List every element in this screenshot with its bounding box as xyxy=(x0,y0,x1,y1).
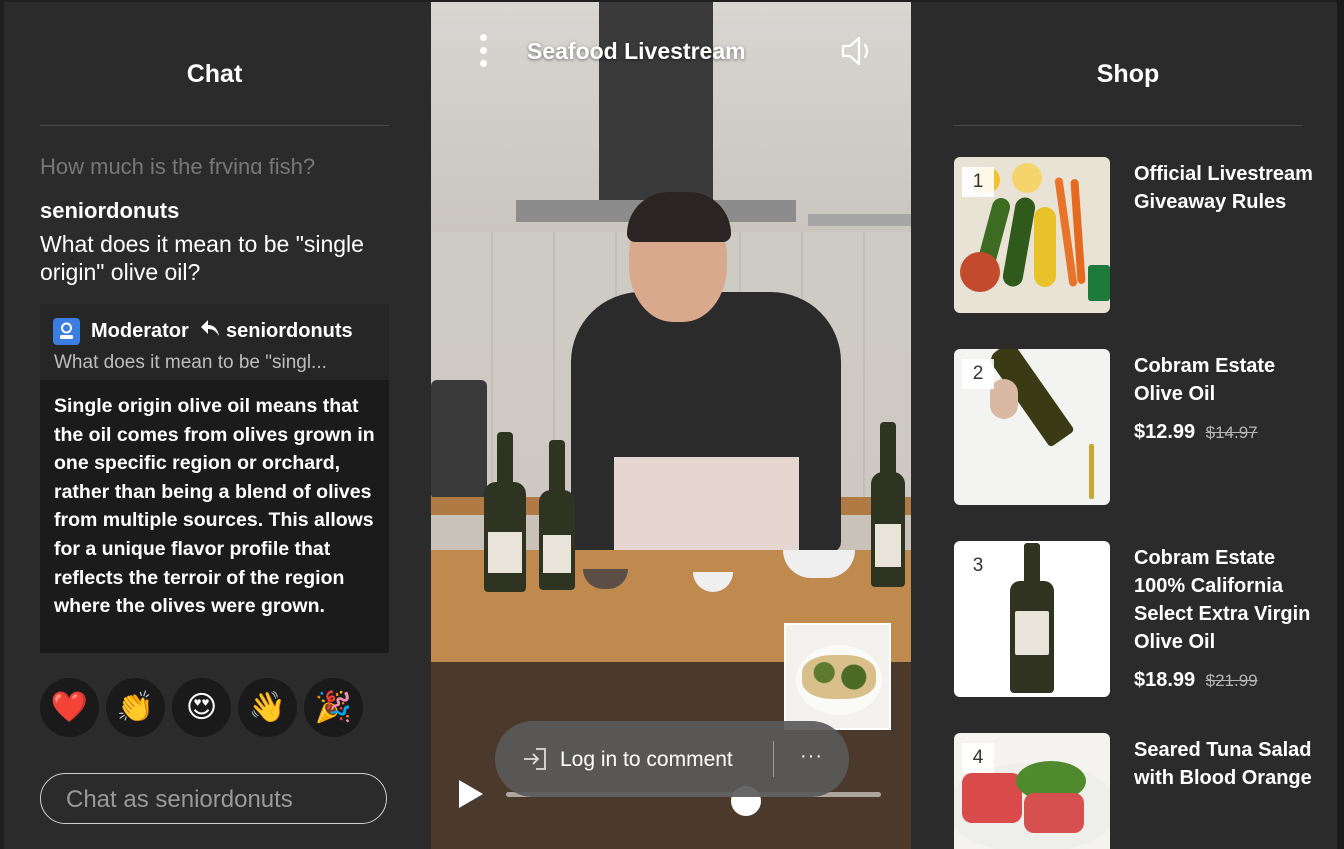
image-veg xyxy=(1034,207,1056,287)
more-vertical-icon[interactable] xyxy=(480,34,488,73)
featured-product-thumbnail[interactable] xyxy=(784,623,891,730)
moderator-answer: Single origin olive oil means that the o… xyxy=(54,395,375,618)
product-image[interactable]: 1 xyxy=(954,157,1110,313)
stream-title: Seafood Livestream xyxy=(527,38,746,64)
product-price-row: $18.99 $21.99 xyxy=(1134,669,1258,692)
video-scene-bottle xyxy=(484,432,526,592)
product-name[interactable]: Cobram Estate Olive Oil xyxy=(1134,352,1314,408)
image-veg xyxy=(1012,163,1042,193)
product-card[interactable]: 4 Seared Tuna Salad with Blood Orange xyxy=(954,733,1314,849)
play-icon[interactable] xyxy=(456,777,486,816)
product-number: 1 xyxy=(962,167,994,197)
login-icon xyxy=(522,747,548,776)
product-image[interactable]: 2 xyxy=(954,349,1110,505)
login-separator xyxy=(773,741,774,777)
product-old-price: $14.97 xyxy=(1205,423,1258,442)
heart-reaction-button[interactable]: ❤️ xyxy=(40,678,99,737)
image-oil-stream xyxy=(1089,444,1094,499)
message-text: What does it mean to be "single origin" … xyxy=(40,231,364,285)
product-image[interactable]: 4 xyxy=(954,733,1110,849)
video-scene-air-fryer xyxy=(431,380,487,500)
chat-panel: Chat How much is the frying fish? senior… xyxy=(4,2,431,849)
faded-message: How much is the frying fish? xyxy=(40,154,316,174)
product-name[interactable]: Cobram Estate 100% California Select Ext… xyxy=(1134,544,1314,656)
product-card[interactable]: 1 Official Livestream Giveaway Rules xyxy=(954,157,1314,313)
party-reaction-button[interactable]: 🎉 xyxy=(304,678,363,737)
product-old-price: $21.99 xyxy=(1205,671,1258,690)
image-veg xyxy=(960,252,1000,292)
login-to-comment-bar: Log in to comment ··· xyxy=(495,721,849,797)
product-price: $18.99 xyxy=(1134,669,1196,691)
product-name[interactable]: Seared Tuna Salad with Blood Orange xyxy=(1134,736,1314,792)
image-veg xyxy=(1088,265,1110,301)
product-number: 4 xyxy=(962,743,994,773)
speaker-icon[interactable] xyxy=(840,35,876,72)
reply-arrow-icon xyxy=(199,318,221,344)
login-to-comment-button[interactable]: Log in to comment xyxy=(560,748,733,772)
quoted-message: What does it mean to be "singl... xyxy=(54,352,327,373)
chat-divider xyxy=(40,125,389,126)
message-username[interactable]: seniordonuts xyxy=(40,198,179,224)
video-scene-rail xyxy=(808,214,911,226)
product-price: $12.99 xyxy=(1134,421,1196,443)
video-scene-bottle xyxy=(871,422,905,587)
product-card[interactable]: 3 Cobram Estate 100% California Select E… xyxy=(954,541,1314,697)
image-bottle-neck xyxy=(1024,543,1040,585)
product-number: 2 xyxy=(962,359,994,389)
shop-divider xyxy=(954,125,1302,126)
moderator-reply-card: Moderator seniordonuts What does it mean… xyxy=(40,304,389,653)
video-scene-apron xyxy=(614,457,799,552)
heart-eyes-reaction-button[interactable]: 😍 xyxy=(172,678,231,737)
chat-input[interactable]: Chat as seniordonuts xyxy=(40,773,387,824)
reaction-bar: ❤️ 👏 😍 👋 🎉 xyxy=(40,678,363,737)
product-number: 3 xyxy=(962,551,994,581)
chat-title: Chat xyxy=(186,60,243,88)
clap-reaction-button[interactable]: 👏 xyxy=(106,678,165,737)
window-edge xyxy=(1337,0,1344,849)
shop-title: Shop xyxy=(1096,60,1160,88)
product-name[interactable]: Official Livestream Giveaway Rules xyxy=(1134,160,1314,216)
product-image[interactable]: 3 xyxy=(954,541,1110,697)
moderator-badge-icon xyxy=(53,318,80,345)
image-bottle-label xyxy=(1015,611,1049,655)
product-card[interactable]: 2 Cobram Estate Olive Oil $12.99 $14.97 xyxy=(954,349,1314,505)
moderator-reply-header: Moderator seniordonuts What does it mean… xyxy=(40,304,389,380)
video-scene-hood xyxy=(599,2,713,202)
product-price-row: $12.99 $14.97 xyxy=(1134,421,1258,444)
reply-to-username[interactable]: seniordonuts xyxy=(226,320,353,343)
shop-panel: Shop 1 Official Livestream Giveaway Rule… xyxy=(911,2,1337,849)
thumbnail-food xyxy=(802,655,876,699)
image-hand xyxy=(990,379,1018,419)
video-scene-bottle xyxy=(539,440,575,590)
image-tuna xyxy=(962,773,1022,823)
wave-reaction-button[interactable]: 👋 xyxy=(238,678,297,737)
image-tuna xyxy=(1024,793,1084,833)
more-options-button[interactable]: ··· xyxy=(800,745,823,768)
livestream-video[interactable]: Seafood Livestream Log in to comment ··· xyxy=(431,2,911,849)
moderator-name: Moderator xyxy=(91,320,189,342)
